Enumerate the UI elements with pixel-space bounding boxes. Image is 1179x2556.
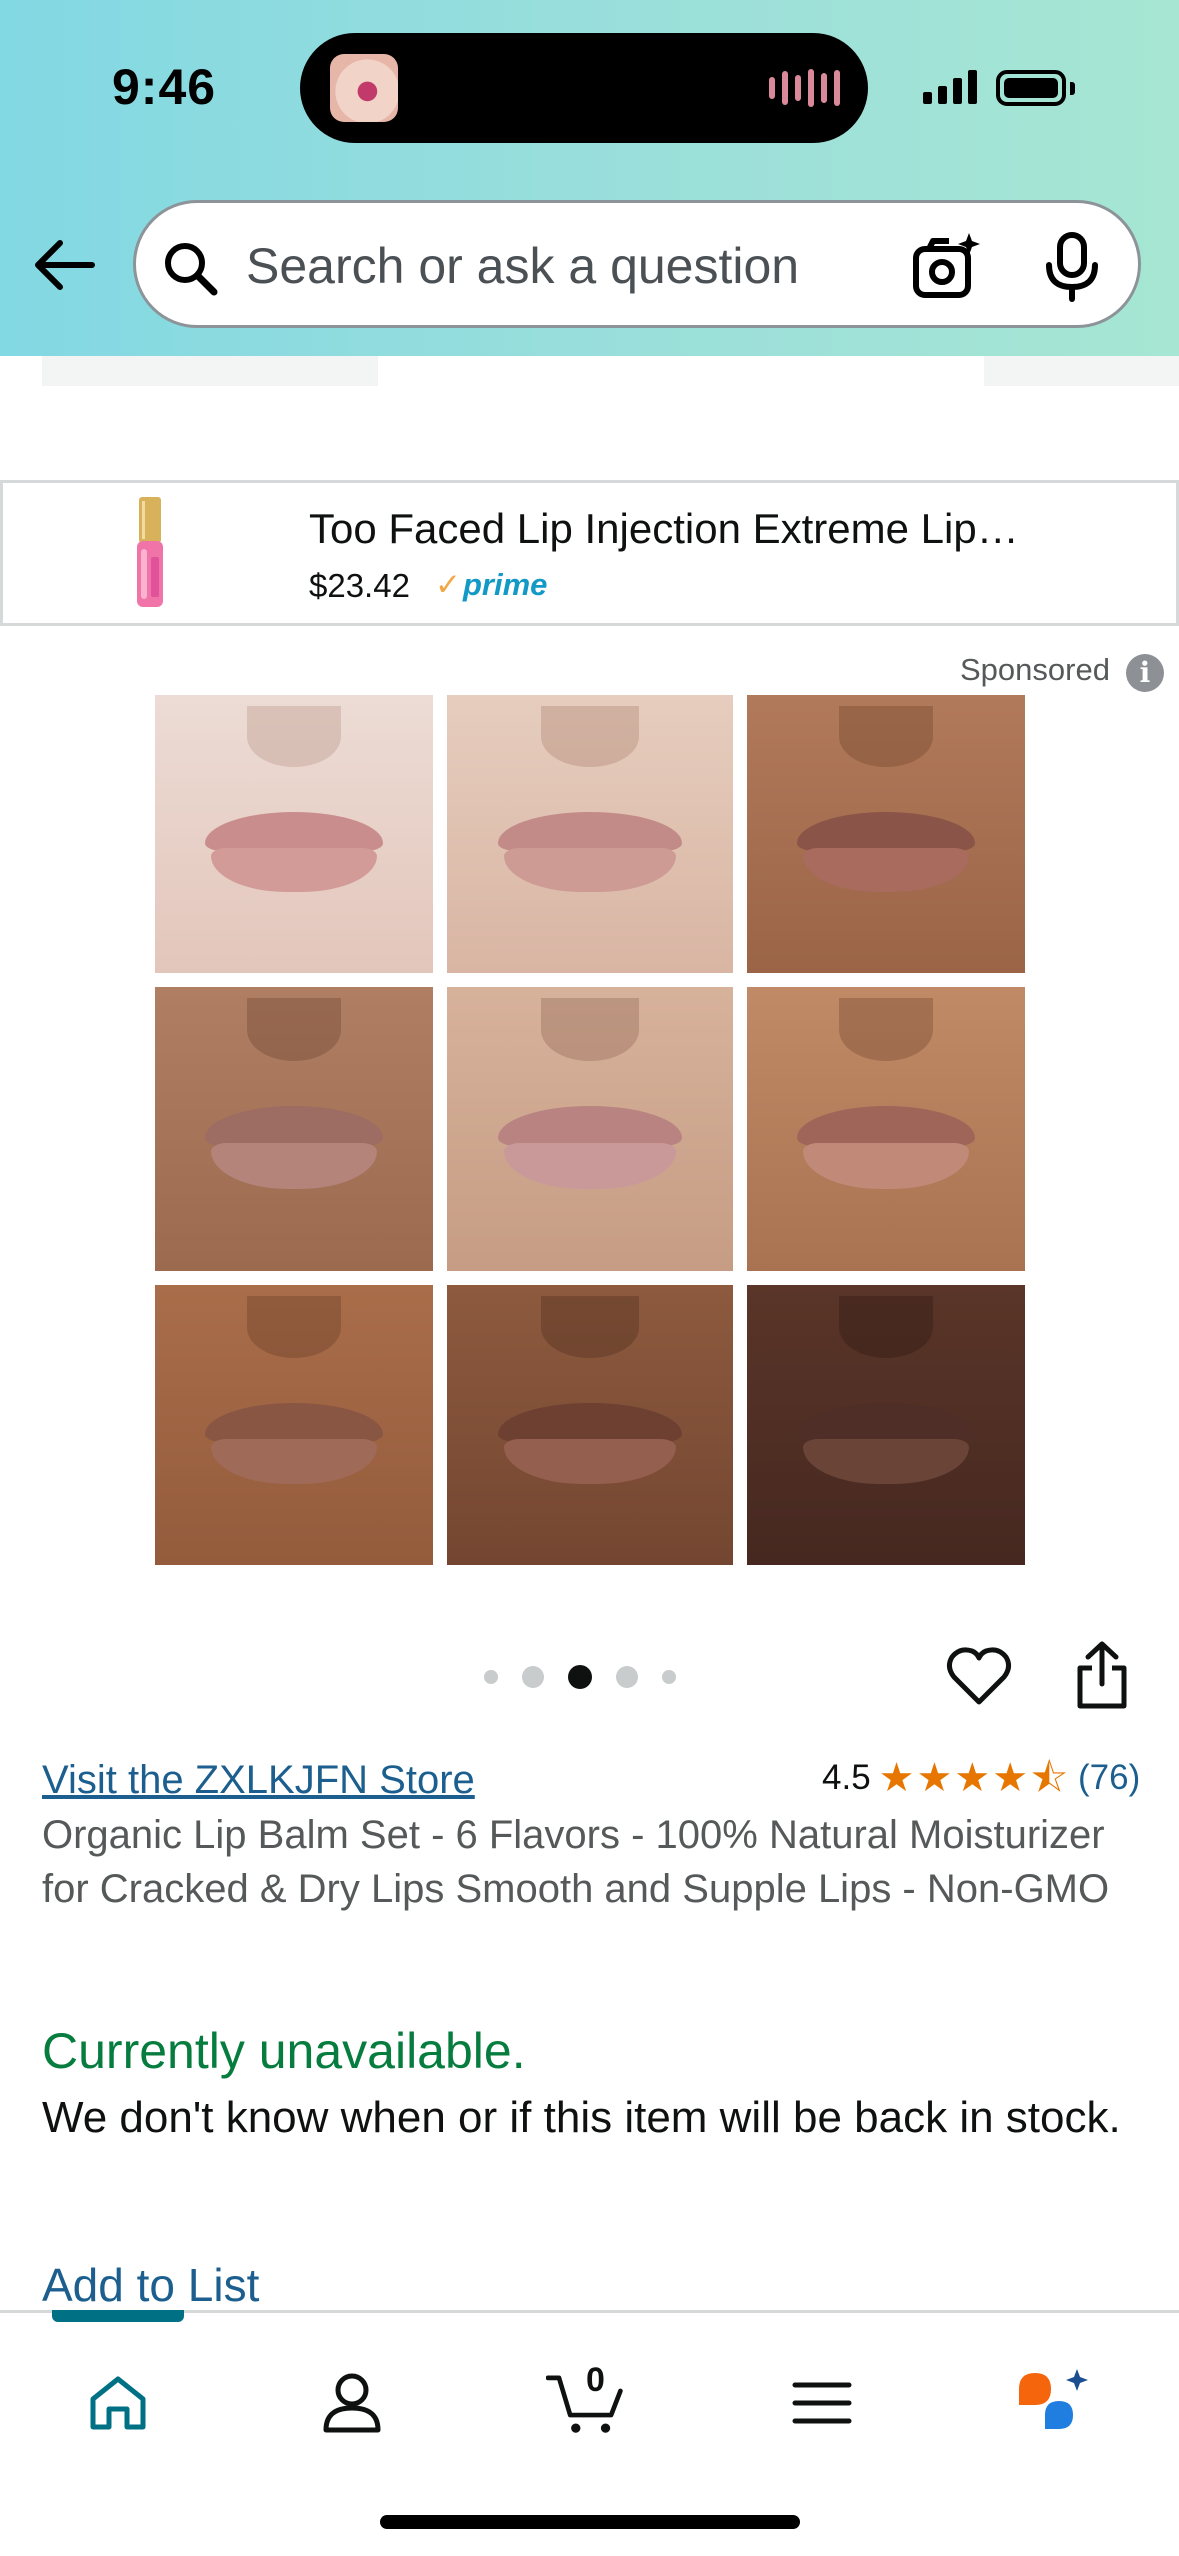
assistant-chat-icon	[1019, 2369, 1088, 2429]
back-arrow-icon	[35, 240, 95, 290]
carousel-dot-active[interactable]	[568, 1665, 592, 1689]
prime-check-icon: ✓	[435, 567, 461, 602]
status-time: 9:46	[112, 59, 217, 115]
nav-home[interactable]	[78, 2363, 158, 2443]
home-indicator[interactable]	[380, 2515, 800, 2529]
prime-label: prime	[462, 567, 548, 602]
lip-gloss-product-image	[137, 497, 163, 607]
sponsored-product-title: Too Faced Lip Injection Extreme Lip…	[309, 505, 1019, 552]
product-image[interactable]	[155, 695, 1025, 1565]
info-icon[interactable]: i	[1126, 654, 1164, 692]
sponsored-product-price: $23.42	[309, 567, 410, 604]
carousel-dot[interactable]	[484, 1670, 498, 1684]
search-icon	[165, 243, 218, 296]
nav-rufus-assistant[interactable]	[1014, 2363, 1094, 2443]
rating[interactable]: 4.5 ★ ★ ★ ★ ⯪ (76)	[822, 1758, 1140, 1798]
microphone-icon[interactable]	[1041, 231, 1103, 303]
availability-description: We don't know when or if this item will …	[42, 2093, 1121, 2142]
user-icon	[323, 2373, 381, 2433]
star-icon: ★	[992, 1756, 1029, 1800]
lip-swatch-image	[747, 695, 1025, 973]
header: 9:46	[0, 0, 1179, 356]
lip-swatch-image	[155, 1285, 433, 1565]
lip-swatch-image	[447, 987, 733, 1271]
heart-icon[interactable]	[946, 1645, 1012, 1707]
active-tab-indicator	[52, 2310, 184, 2322]
star-icon: ★	[954, 1756, 991, 1800]
dynamic-island[interactable]	[300, 33, 868, 143]
battery-icon	[996, 70, 1066, 106]
sponsored-product-banner[interactable]: Too Faced Lip Injection Extreme Lip… $23…	[0, 480, 1179, 626]
search-input[interactable]	[246, 231, 846, 301]
star-icon: ★	[916, 1756, 953, 1800]
carousel-dot[interactable]	[522, 1666, 544, 1688]
lip-swatch-image	[447, 695, 733, 973]
tab-strip-right	[984, 356, 1179, 386]
home-icon	[90, 2376, 146, 2430]
now-playing-thumbnail	[330, 54, 398, 122]
lip-swatch-image	[155, 695, 433, 973]
star-icon: ★	[878, 1756, 915, 1800]
store-link[interactable]: Visit the ZXLKJFN Store	[42, 1758, 475, 1803]
half-star-icon: ⯪	[1030, 1756, 1068, 1800]
add-to-list-link[interactable]: Add to List	[42, 2258, 259, 2312]
carousel-dot[interactable]	[616, 1666, 638, 1688]
cellular-signal-icon	[923, 68, 977, 104]
availability-status: Currently unavailable.	[42, 2023, 526, 2079]
audio-waveform-icon	[769, 67, 840, 109]
rating-count-link[interactable]: (76)	[1078, 1758, 1140, 1798]
lip-swatch-image	[447, 1285, 733, 1565]
lip-swatch-image	[747, 987, 1025, 1271]
lip-swatch-image	[155, 987, 433, 1271]
rating-value: 4.5	[822, 1758, 871, 1797]
search-bar[interactable]	[133, 200, 1141, 328]
hamburger-menu-icon	[792, 2382, 852, 2424]
nav-cart[interactable]: 0	[546, 2361, 626, 2443]
prime-badge: ✓prime	[435, 567, 547, 603]
star-rating: ★ ★ ★ ★ ⯪	[879, 1758, 1068, 1798]
product-title: Organic Lip Balm Set - 6 Flavors - 100% …	[42, 1813, 1110, 1911]
nav-account[interactable]	[312, 2363, 392, 2443]
lip-swatch-image	[747, 1285, 1025, 1565]
nav-menu[interactable]	[782, 2363, 862, 2443]
carousel-dot[interactable]	[662, 1670, 676, 1684]
camera-search-icon[interactable]	[911, 231, 983, 303]
tab-strip-left	[42, 356, 378, 386]
share-icon[interactable]	[1072, 1640, 1132, 1710]
battery-tip	[1070, 82, 1075, 95]
carousel-indicator	[484, 1665, 676, 1689]
sponsored-label: Sponsored	[960, 652, 1110, 687]
back-button[interactable]	[30, 230, 100, 300]
cart-count: 0	[586, 2361, 605, 2399]
